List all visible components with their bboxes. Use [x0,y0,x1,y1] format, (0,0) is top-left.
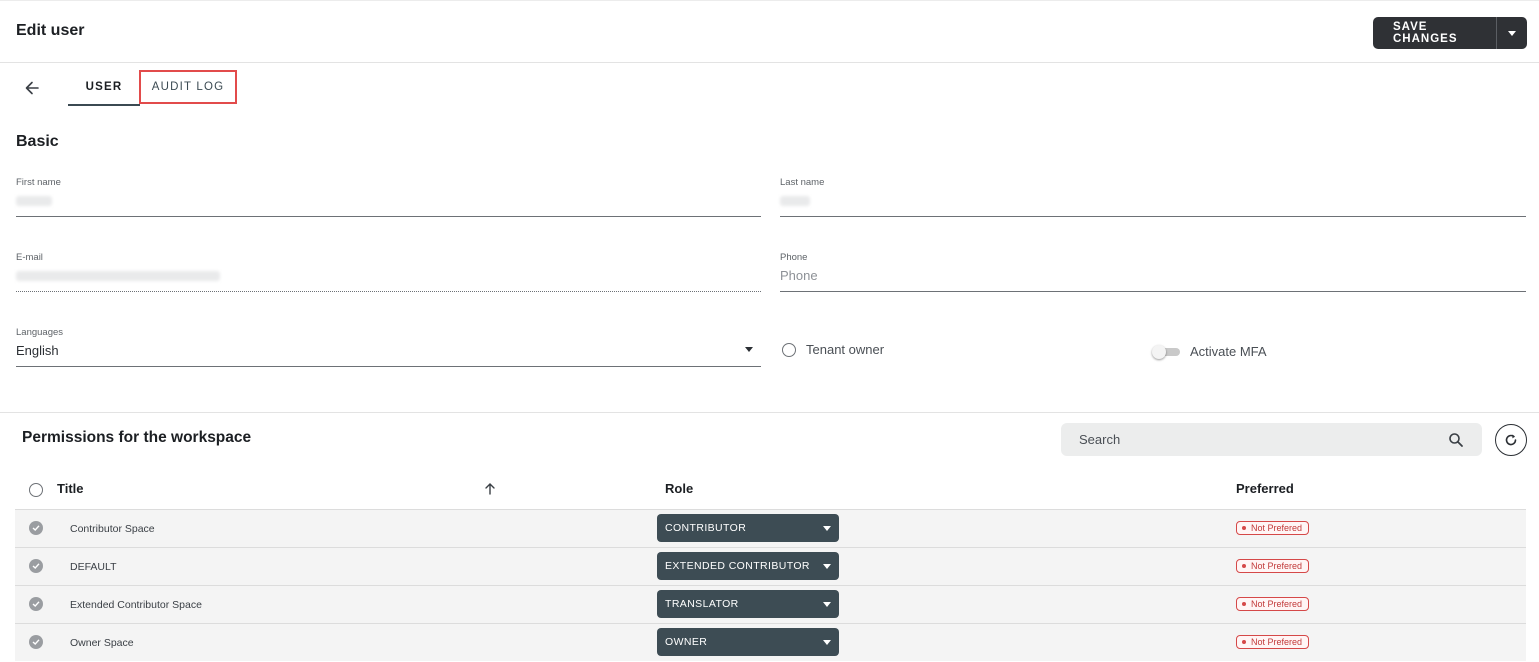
status-badge: Not Prefered [1236,521,1310,535]
radio-icon[interactable] [782,342,796,357]
row-title: Owner Space [70,637,134,649]
tab-user[interactable]: USER [68,70,140,106]
permissions-title: Permissions for the workspace [22,429,252,446]
badge-dot [1242,602,1246,606]
check-circle-icon[interactable] [29,521,43,535]
select-all-checkbox[interactable] [29,483,43,497]
last-name-label: Last name [780,177,825,188]
check-circle-icon[interactable] [29,597,43,611]
last-name-underline [780,216,1526,217]
activate-mfa-label: Activate MFA [1190,344,1267,359]
badge-dot [1242,526,1246,530]
column-header-role: Role [665,481,694,496]
badge-dot [1242,640,1246,644]
status-badge: Not Prefered [1236,597,1310,611]
role-select[interactable]: EXTENDED CONTRIBUTOR [657,552,839,580]
chevron-down-icon [823,601,831,607]
page-header: Edit user SAVE CHANGES [0,0,1539,63]
badge-text: Not Prefered [1251,523,1303,533]
row-title: Extended Contributor Space [70,599,202,611]
chevron-down-icon [823,563,831,569]
save-options-dropdown[interactable] [1497,17,1527,49]
chevron-down-icon [823,639,831,645]
role-value: TRANSLATOR [665,598,739,610]
table-row[interactable]: Extended Contributor Space TRANSLATOR No… [15,585,1526,623]
save-button-group: SAVE CHANGES [1373,17,1527,49]
section-title-basic: Basic [16,133,59,150]
email-field[interactable]: E-mail [16,252,761,292]
phone-underline [780,291,1526,292]
email-input[interactable] [16,268,761,286]
search-icon[interactable] [1448,432,1464,448]
table-row[interactable]: Contributor Space CONTRIBUTOR Not Prefer… [15,509,1526,547]
role-select[interactable]: TRANSLATOR [657,590,839,618]
languages-select[interactable]: Languages English [16,327,761,367]
sort-up-icon[interactable] [484,482,496,496]
row-title: DEFAULT [70,561,117,573]
badge-dot [1242,564,1246,568]
column-header-preferred: Preferred [1236,481,1294,496]
back-arrow-icon[interactable] [24,79,40,97]
chevron-down-icon [823,525,831,531]
role-select[interactable]: OWNER [657,628,839,656]
languages-value: English [16,343,59,358]
role-value: EXTENDED CONTRIBUTOR [665,560,810,572]
table-row[interactable]: DEFAULT EXTENDED CONTRIBUTOR Not Prefere… [15,547,1526,585]
tab-audit-log[interactable]: AUDIT LOG [139,70,237,104]
toggle-switch[interactable] [1152,344,1180,359]
badge-text: Not Prefered [1251,561,1303,571]
tenant-owner-radio[interactable]: Tenant owner [782,342,884,357]
badge-text: Not Prefered [1251,637,1303,647]
refresh-icon [1505,434,1517,446]
chevron-down-icon[interactable] [745,347,753,352]
role-value: OWNER [665,636,708,648]
status-badge: Not Prefered [1236,559,1310,573]
tenant-owner-label: Tenant owner [806,342,885,357]
last-name-field[interactable]: Last name [780,177,1526,217]
search-input[interactable]: Search [1061,423,1482,456]
first-name-field[interactable]: First name [16,177,761,217]
activate-mfa-toggle[interactable]: Activate MFA [1152,344,1267,359]
column-header-title[interactable]: Title [57,481,84,496]
role-value: CONTRIBUTOR [665,522,747,534]
phone-label: Phone [780,252,808,263]
refresh-button[interactable] [1495,424,1527,456]
email-underline [16,291,761,292]
first-name-underline [16,216,761,217]
table-row[interactable]: Owner Space OWNER Not Prefered [15,623,1526,661]
chevron-down-icon [1508,30,1516,36]
badge-text: Not Prefered [1251,599,1303,609]
check-circle-icon[interactable] [29,635,43,649]
toggle-knob [1152,344,1166,359]
section-divider [0,412,1539,413]
first-name-label: First name [16,177,61,188]
phone-input[interactable]: Phone [780,268,1526,286]
check-circle-icon[interactable] [29,559,43,573]
first-name-input[interactable] [16,193,761,211]
last-name-input[interactable] [780,193,1526,211]
email-label: E-mail [16,252,43,263]
row-title: Contributor Space [70,523,155,535]
languages-underline [16,366,761,367]
role-select[interactable]: CONTRIBUTOR [657,514,839,542]
search-placeholder: Search [1079,432,1121,447]
page-title: Edit user [16,22,85,39]
save-changes-button[interactable]: SAVE CHANGES [1373,17,1497,49]
phone-field[interactable]: Phone Phone [780,252,1526,292]
languages-label: Languages [16,327,64,338]
status-badge: Not Prefered [1236,635,1310,649]
